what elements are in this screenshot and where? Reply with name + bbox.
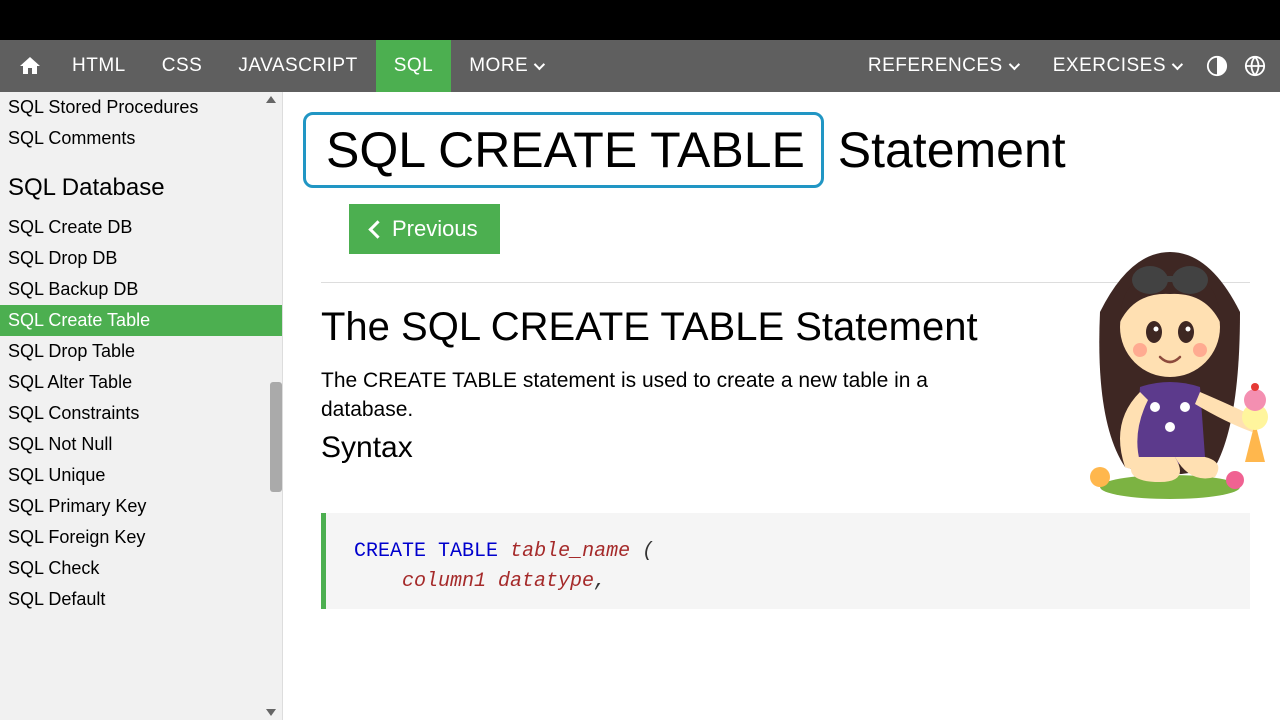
scrollbar-thumb[interactable] [270, 382, 282, 492]
chevron-left-icon [368, 220, 386, 238]
home-icon[interactable] [6, 40, 54, 92]
code-keyword: TABLE [438, 540, 498, 563]
caret-down-icon [1172, 59, 1183, 70]
caret-down-icon [1008, 59, 1019, 70]
code-indent [354, 570, 402, 593]
code-keyword: CREATE [354, 540, 426, 563]
sidebar-item[interactable]: SQL Drop DB [0, 243, 282, 274]
code-text: ( [630, 540, 654, 563]
nav-more[interactable]: MORE [451, 40, 560, 92]
code-text: , [594, 570, 606, 593]
sidebar-item[interactable]: SQL Backup DB [0, 274, 282, 305]
scroll-up-icon[interactable] [266, 96, 276, 103]
mascot-illustration [1040, 222, 1280, 502]
main-content: SQL CREATE TABLE Statement Previous The … [283, 92, 1280, 720]
title-highlighted: SQL CREATE TABLE [303, 112, 824, 188]
sidebar-item[interactable]: SQL Unique [0, 460, 282, 491]
code-tablename: table_name [510, 540, 630, 563]
sidebar-item[interactable]: SQL Foreign Key [0, 522, 282, 553]
page-title: SQL CREATE TABLE Statement [321, 112, 1250, 188]
sidebar-item[interactable]: SQL Alter Table [0, 367, 282, 398]
sidebar-item[interactable]: SQL Drop Table [0, 336, 282, 367]
nav-exercises[interactable]: EXERCISES [1035, 40, 1198, 92]
top-black-bar [0, 0, 1280, 40]
nav-javascript[interactable]: JAVASCRIPT [220, 40, 375, 92]
code-column: column1 datatype [402, 570, 594, 593]
sidebar-item[interactable]: SQL Not Null [0, 429, 282, 460]
sidebar-item[interactable]: SQL Check [0, 553, 282, 584]
theme-toggle-icon[interactable] [1198, 40, 1236, 92]
nav-references[interactable]: REFERENCES [850, 40, 1035, 92]
scroll-down-icon[interactable] [266, 709, 276, 716]
caret-down-icon [534, 59, 545, 70]
nav-more-label: MORE [469, 55, 528, 77]
sidebar-item[interactable]: SQL Create DB [0, 212, 282, 243]
section-description: The CREATE TABLE statement is used to cr… [321, 366, 941, 425]
sidebar: SQL Stored Procedures SQL Comments SQL D… [0, 92, 283, 720]
globe-icon[interactable] [1236, 40, 1274, 92]
previous-button[interactable]: Previous [349, 204, 500, 254]
nav-exercises-label: EXERCISES [1053, 55, 1166, 77]
code-block: CREATE TABLE table_name ( column1 dataty… [321, 513, 1250, 609]
previous-label: Previous [392, 216, 478, 242]
sidebar-heading: SQL Database [0, 154, 282, 212]
sidebar-item[interactable]: SQL Constraints [0, 398, 282, 429]
nav-css[interactable]: CSS [144, 40, 221, 92]
sidebar-item[interactable]: SQL Default [0, 584, 282, 615]
top-navigation: HTML CSS JAVASCRIPT SQL MORE REFERENCES … [0, 40, 1280, 92]
nav-sql[interactable]: SQL [376, 40, 452, 92]
sidebar-item[interactable]: SQL Primary Key [0, 491, 282, 522]
sidebar-item[interactable]: SQL Stored Procedures [0, 92, 282, 123]
title-rest: Statement [824, 122, 1066, 178]
sidebar-item[interactable]: SQL Comments [0, 123, 282, 154]
sidebar-item-active[interactable]: SQL Create Table [0, 305, 282, 336]
nav-references-label: REFERENCES [868, 55, 1003, 77]
nav-html[interactable]: HTML [54, 40, 144, 92]
